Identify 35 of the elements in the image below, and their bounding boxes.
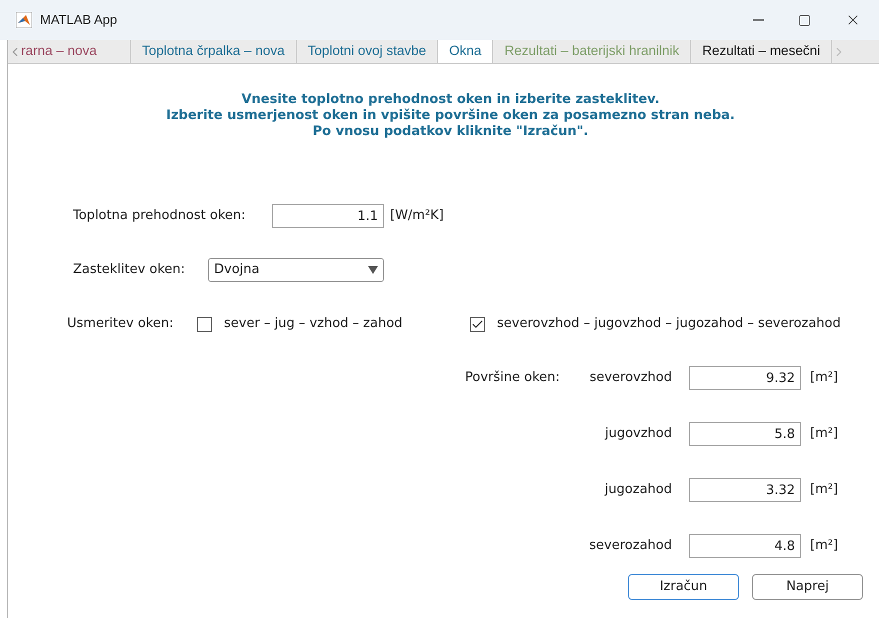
tab[interactable]: Okna [438, 40, 494, 63]
instruction-text: Vnesite toplotno prehodnost oken in izberite zasteklitev. [241, 92, 660, 108]
area-field[interactable]: 3.32 [689, 478, 801, 502]
area-field[interactable]: 5.8 [689, 422, 801, 446]
action-button[interactable]: Izračun [628, 574, 739, 600]
direction-label: severozahod [588, 537, 672, 556]
field-label: Zasteklitev oken: [73, 261, 186, 280]
field-label: Površine oken: [465, 369, 561, 387]
checkbox[interactable] [197, 316, 212, 332]
checkbox-label: severovzhod – jugovzhod – jugozahod – severozahod [497, 315, 841, 334]
unit-label: [m²] [810, 537, 838, 556]
unit-label: [m²] [810, 369, 838, 388]
unit-label: [m²] [810, 425, 838, 444]
matlab-logo-icon [16, 12, 32, 28]
action-button[interactable]: Naprej [752, 574, 863, 600]
unit-label: [W/m²K] [390, 207, 444, 226]
area-field[interactable]: 4.8 [689, 534, 801, 558]
field-label: Usmeritev oken: [67, 315, 174, 334]
instruction-text: Izberite usmerjenost oken in vpišite površine oken za posamezno stran neba. [166, 108, 735, 124]
field-label: Toplotna prehodnost oken: [73, 207, 247, 226]
minimize-icon [752, 19, 764, 21]
maximize-icon [798, 14, 810, 26]
glazing-dropdown[interactable]: Dvojna [208, 258, 384, 282]
checkbox[interactable] [470, 316, 485, 332]
direction-label: jugovzhod [604, 425, 672, 444]
direction-label: jugozahod [604, 481, 672, 500]
unit-label: [m²] [810, 481, 838, 500]
check-icon [471, 318, 484, 330]
dropdown-arrow-icon [368, 266, 378, 274]
transmittance-field[interactable]: 1.1 [272, 204, 384, 228]
direction-label: severovzhod [588, 369, 672, 388]
instruction-text: Po vnosu podatkov kliknite "Izračun". [312, 124, 588, 140]
area-field[interactable]: 9.32 [689, 366, 801, 390]
checkbox-label: sever – jug – vzhod – zahod [224, 315, 402, 334]
window-title: MATLAB App [40, 11, 118, 30]
